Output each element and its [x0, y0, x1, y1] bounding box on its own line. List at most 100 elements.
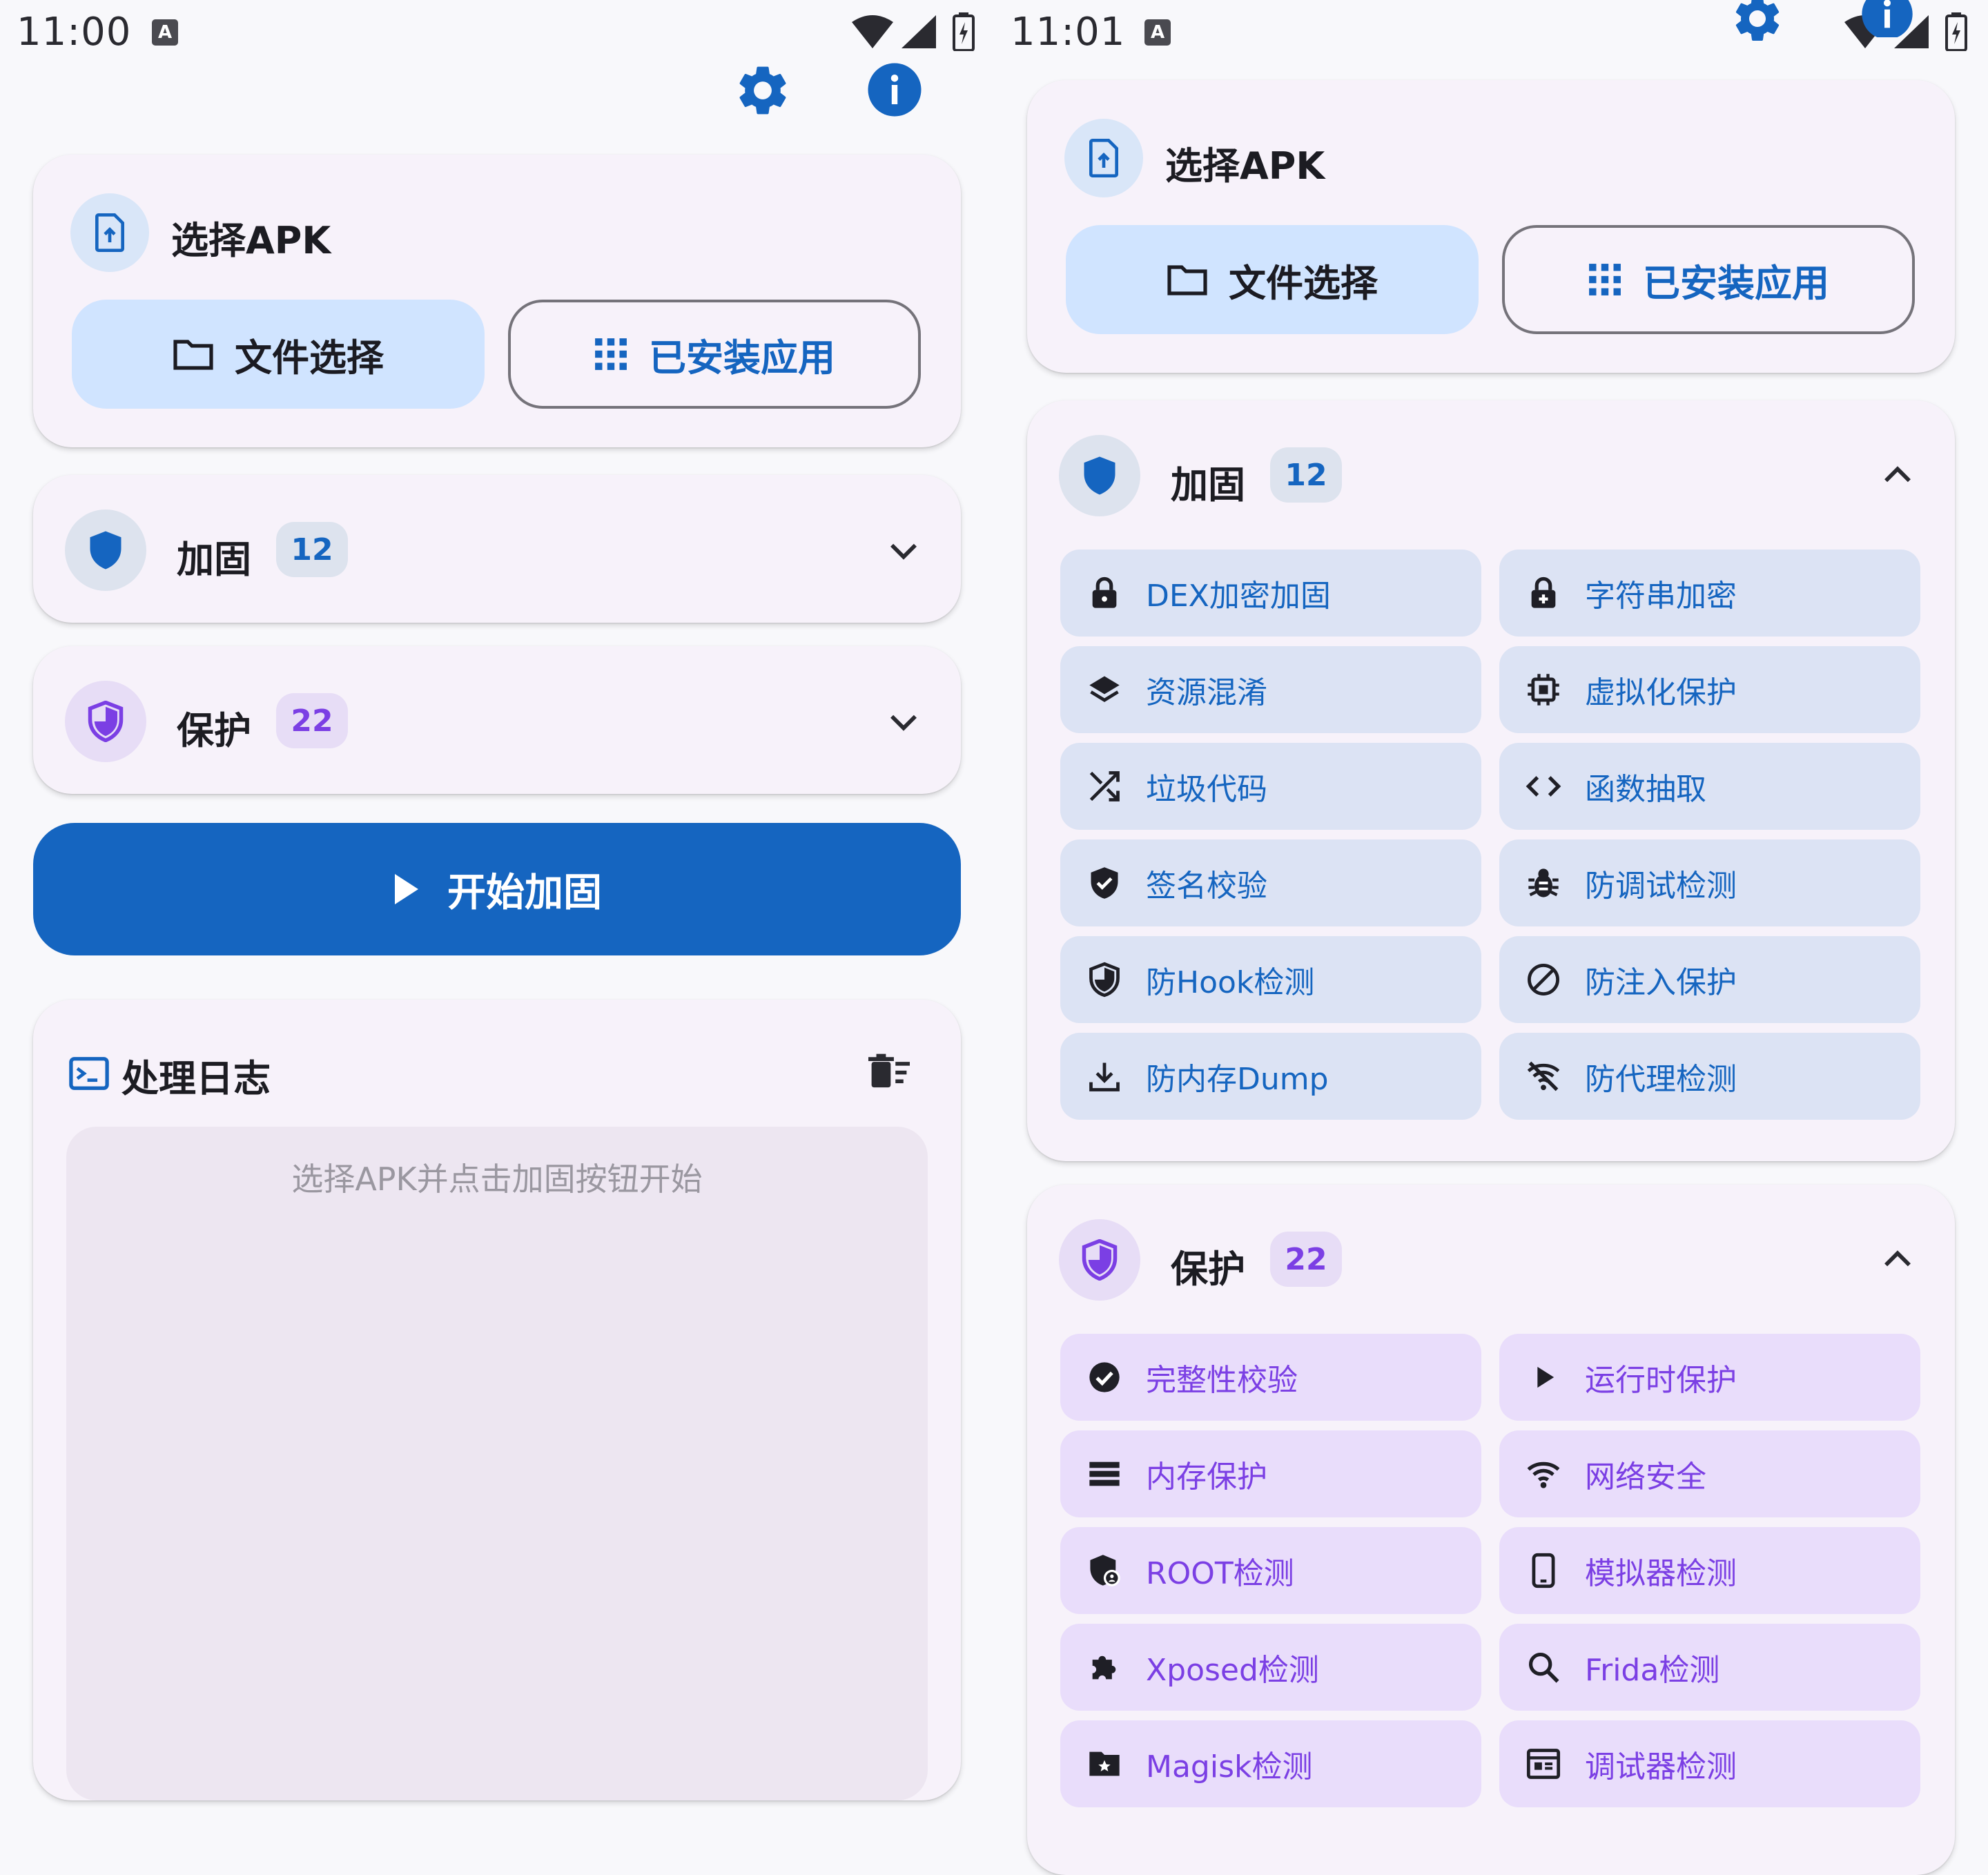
puzzle-icon — [1086, 1649, 1122, 1685]
installed-apps-button[interactable]: 已安装应用 — [508, 300, 921, 409]
harden-option-label: 资源混淆 — [1146, 675, 1267, 710]
protect-option-chip[interactable]: 调试器检测 — [1499, 1720, 1920, 1807]
root-shield-icon — [1086, 1553, 1122, 1589]
select-apk-title: 选择APK — [1165, 144, 1325, 188]
harden-option-chip[interactable]: DEX加密加固 — [1060, 550, 1481, 637]
harden-count-badge: 12 — [276, 522, 348, 577]
harden-option-chip[interactable]: 防调试检测 — [1499, 839, 1920, 926]
harden-option-chip[interactable]: 防Hook检测 — [1060, 936, 1481, 1023]
info-icon[interactable] — [866, 61, 924, 119]
harden-option-label: 防Hook检测 — [1146, 965, 1315, 1000]
harden-option-chip[interactable]: 字符串加密 — [1499, 550, 1920, 637]
apps-grid-icon — [1588, 262, 1622, 297]
log-title: 处理日志 — [121, 1057, 271, 1100]
installed-apps-label: 已安装应用 — [649, 336, 835, 380]
cell-signal-icon — [1893, 14, 1930, 50]
harden-option-label: 虚拟化保护 — [1585, 675, 1737, 710]
file-select-button[interactable]: 文件选择 — [1066, 225, 1479, 334]
start-harden-button[interactable]: 开始加固 — [33, 823, 961, 955]
settings-gear-icon[interactable] — [1730, 0, 1785, 43]
shield-icon — [65, 509, 146, 591]
select-apk-card: 选择APK 文件选择 已安装应用 — [1027, 80, 1955, 373]
harden-option-chip[interactable]: 虚拟化保护 — [1499, 646, 1920, 733]
log-output-area[interactable]: 选择APK并点击加固按钮开始 — [66, 1127, 928, 1800]
harden-option-chip[interactable]: 防内存Dump — [1060, 1033, 1481, 1120]
verified-shield-icon — [1086, 865, 1122, 901]
harden-option-chip[interactable]: 函数抽取 — [1499, 743, 1920, 830]
protect-option-label: 完整性校验 — [1146, 1363, 1298, 1398]
status-time: 11:00 — [17, 10, 132, 55]
folder-icon — [1167, 263, 1208, 296]
protect-option-chip[interactable]: Xposed检测 — [1060, 1624, 1481, 1711]
harden-section-expanded: 加固 12 DEX加密加固 字符串加密 资源混淆 虚拟化保护 垃圾代码 函数抽取 签名校验防… — [1027, 400, 1955, 1161]
chevron-up-icon[interactable] — [1878, 456, 1918, 496]
harden-option-label: 函数抽取 — [1585, 772, 1706, 807]
harden-option-chip[interactable]: 垃圾代码 — [1060, 743, 1481, 830]
harden-title: 加固 — [177, 538, 251, 581]
wifi-icon — [1526, 1456, 1561, 1492]
status-time: 11:01 — [1011, 10, 1126, 55]
chevron-down-icon[interactable] — [884, 701, 924, 741]
terminal-icon — [69, 1056, 109, 1091]
protect-option-label: 内存保护 — [1146, 1459, 1267, 1495]
protect-title: 保护 — [177, 709, 251, 752]
chevron-down-icon[interactable] — [884, 530, 924, 570]
protect-option-label: 运行时保护 — [1585, 1363, 1737, 1398]
harden-option-chip[interactable]: 防注入保护 — [1499, 936, 1920, 1023]
harden-count-badge: 12 — [1270, 447, 1342, 503]
harden-option-label: 字符串加密 — [1585, 579, 1737, 614]
lock-plus-icon — [1526, 575, 1561, 611]
select-apk-card: 选择APK 文件选择 已安装应用 — [33, 155, 961, 447]
folder-icon — [173, 338, 214, 371]
protect-option-label: ROOT检测 — [1146, 1556, 1294, 1591]
keyboard-indicator-icon: A — [1144, 19, 1171, 46]
installed-apps-label: 已安装应用 — [1643, 261, 1829, 305]
protect-option-chip[interactable]: 运行时保护 — [1499, 1334, 1920, 1421]
protect-section-collapsed[interactable]: 保护 22 — [33, 646, 961, 794]
harden-section-collapsed[interactable]: 加固 12 — [33, 475, 961, 623]
harden-option-label: 防代理检测 — [1585, 1062, 1737, 1097]
keyboard-indicator-icon: A — [152, 19, 178, 46]
file-select-label: 文件选择 — [1229, 261, 1378, 305]
file-select-button[interactable]: 文件选择 — [72, 300, 485, 409]
privacy-shield-icon — [65, 681, 146, 762]
protect-option-chip[interactable]: Frida检测 — [1499, 1624, 1920, 1711]
harden-option-label: 垃圾代码 — [1146, 772, 1267, 807]
settings-gear-icon[interactable] — [733, 61, 792, 120]
apps-grid-icon — [594, 337, 628, 371]
protect-option-chip[interactable]: ROOT检测 — [1060, 1527, 1481, 1614]
protect-section-expanded: 保护 22 完整性校验 运行时保护 内存保护 网络安全 ROOT检测 模拟器检测 Xpose… — [1027, 1185, 1955, 1875]
protect-option-chip[interactable]: 内存保护 — [1060, 1430, 1481, 1517]
privacy-shield-icon — [1059, 1219, 1140, 1301]
code-icon — [1526, 768, 1561, 804]
chevron-up-icon[interactable] — [1878, 1240, 1918, 1280]
check-circle-icon — [1086, 1359, 1122, 1395]
protect-option-chip[interactable]: 模拟器检测 — [1499, 1527, 1920, 1614]
select-apk-title: 选择APK — [171, 219, 331, 262]
battery-icon — [1945, 12, 1967, 51]
cell-signal-icon — [900, 14, 937, 50]
harden-option-chip[interactable]: 防代理检测 — [1499, 1033, 1920, 1120]
harden-option-label: 签名校验 — [1146, 868, 1267, 904]
delete-sweep-icon[interactable] — [868, 1053, 910, 1089]
harden-option-chip[interactable]: 资源混淆 — [1060, 646, 1481, 733]
download-icon — [1086, 1058, 1122, 1094]
start-harden-label: 开始加固 — [447, 870, 602, 915]
harden-option-chip[interactable]: 签名校验 — [1060, 839, 1481, 926]
protect-option-chip[interactable]: 完整性校验 — [1060, 1334, 1481, 1421]
search-icon — [1526, 1649, 1561, 1685]
storage-icon — [1086, 1456, 1122, 1492]
lock-icon — [1086, 575, 1122, 611]
phone-icon — [1526, 1553, 1561, 1589]
protect-option-label: 调试器检测 — [1585, 1749, 1737, 1785]
play-icon — [392, 872, 420, 906]
protect-option-label: Xposed检测 — [1146, 1653, 1319, 1688]
chip-icon — [1526, 672, 1561, 708]
installed-apps-button[interactable]: 已安装应用 — [1502, 225, 1915, 334]
protect-option-chip[interactable]: 网络安全 — [1499, 1430, 1920, 1517]
folder-star-icon — [1086, 1746, 1122, 1782]
protect-option-chip[interactable]: Magisk检测 — [1060, 1720, 1481, 1807]
protect-title: 保护 — [1171, 1247, 1245, 1291]
layers-icon — [1086, 672, 1122, 708]
play-icon — [1526, 1359, 1561, 1395]
